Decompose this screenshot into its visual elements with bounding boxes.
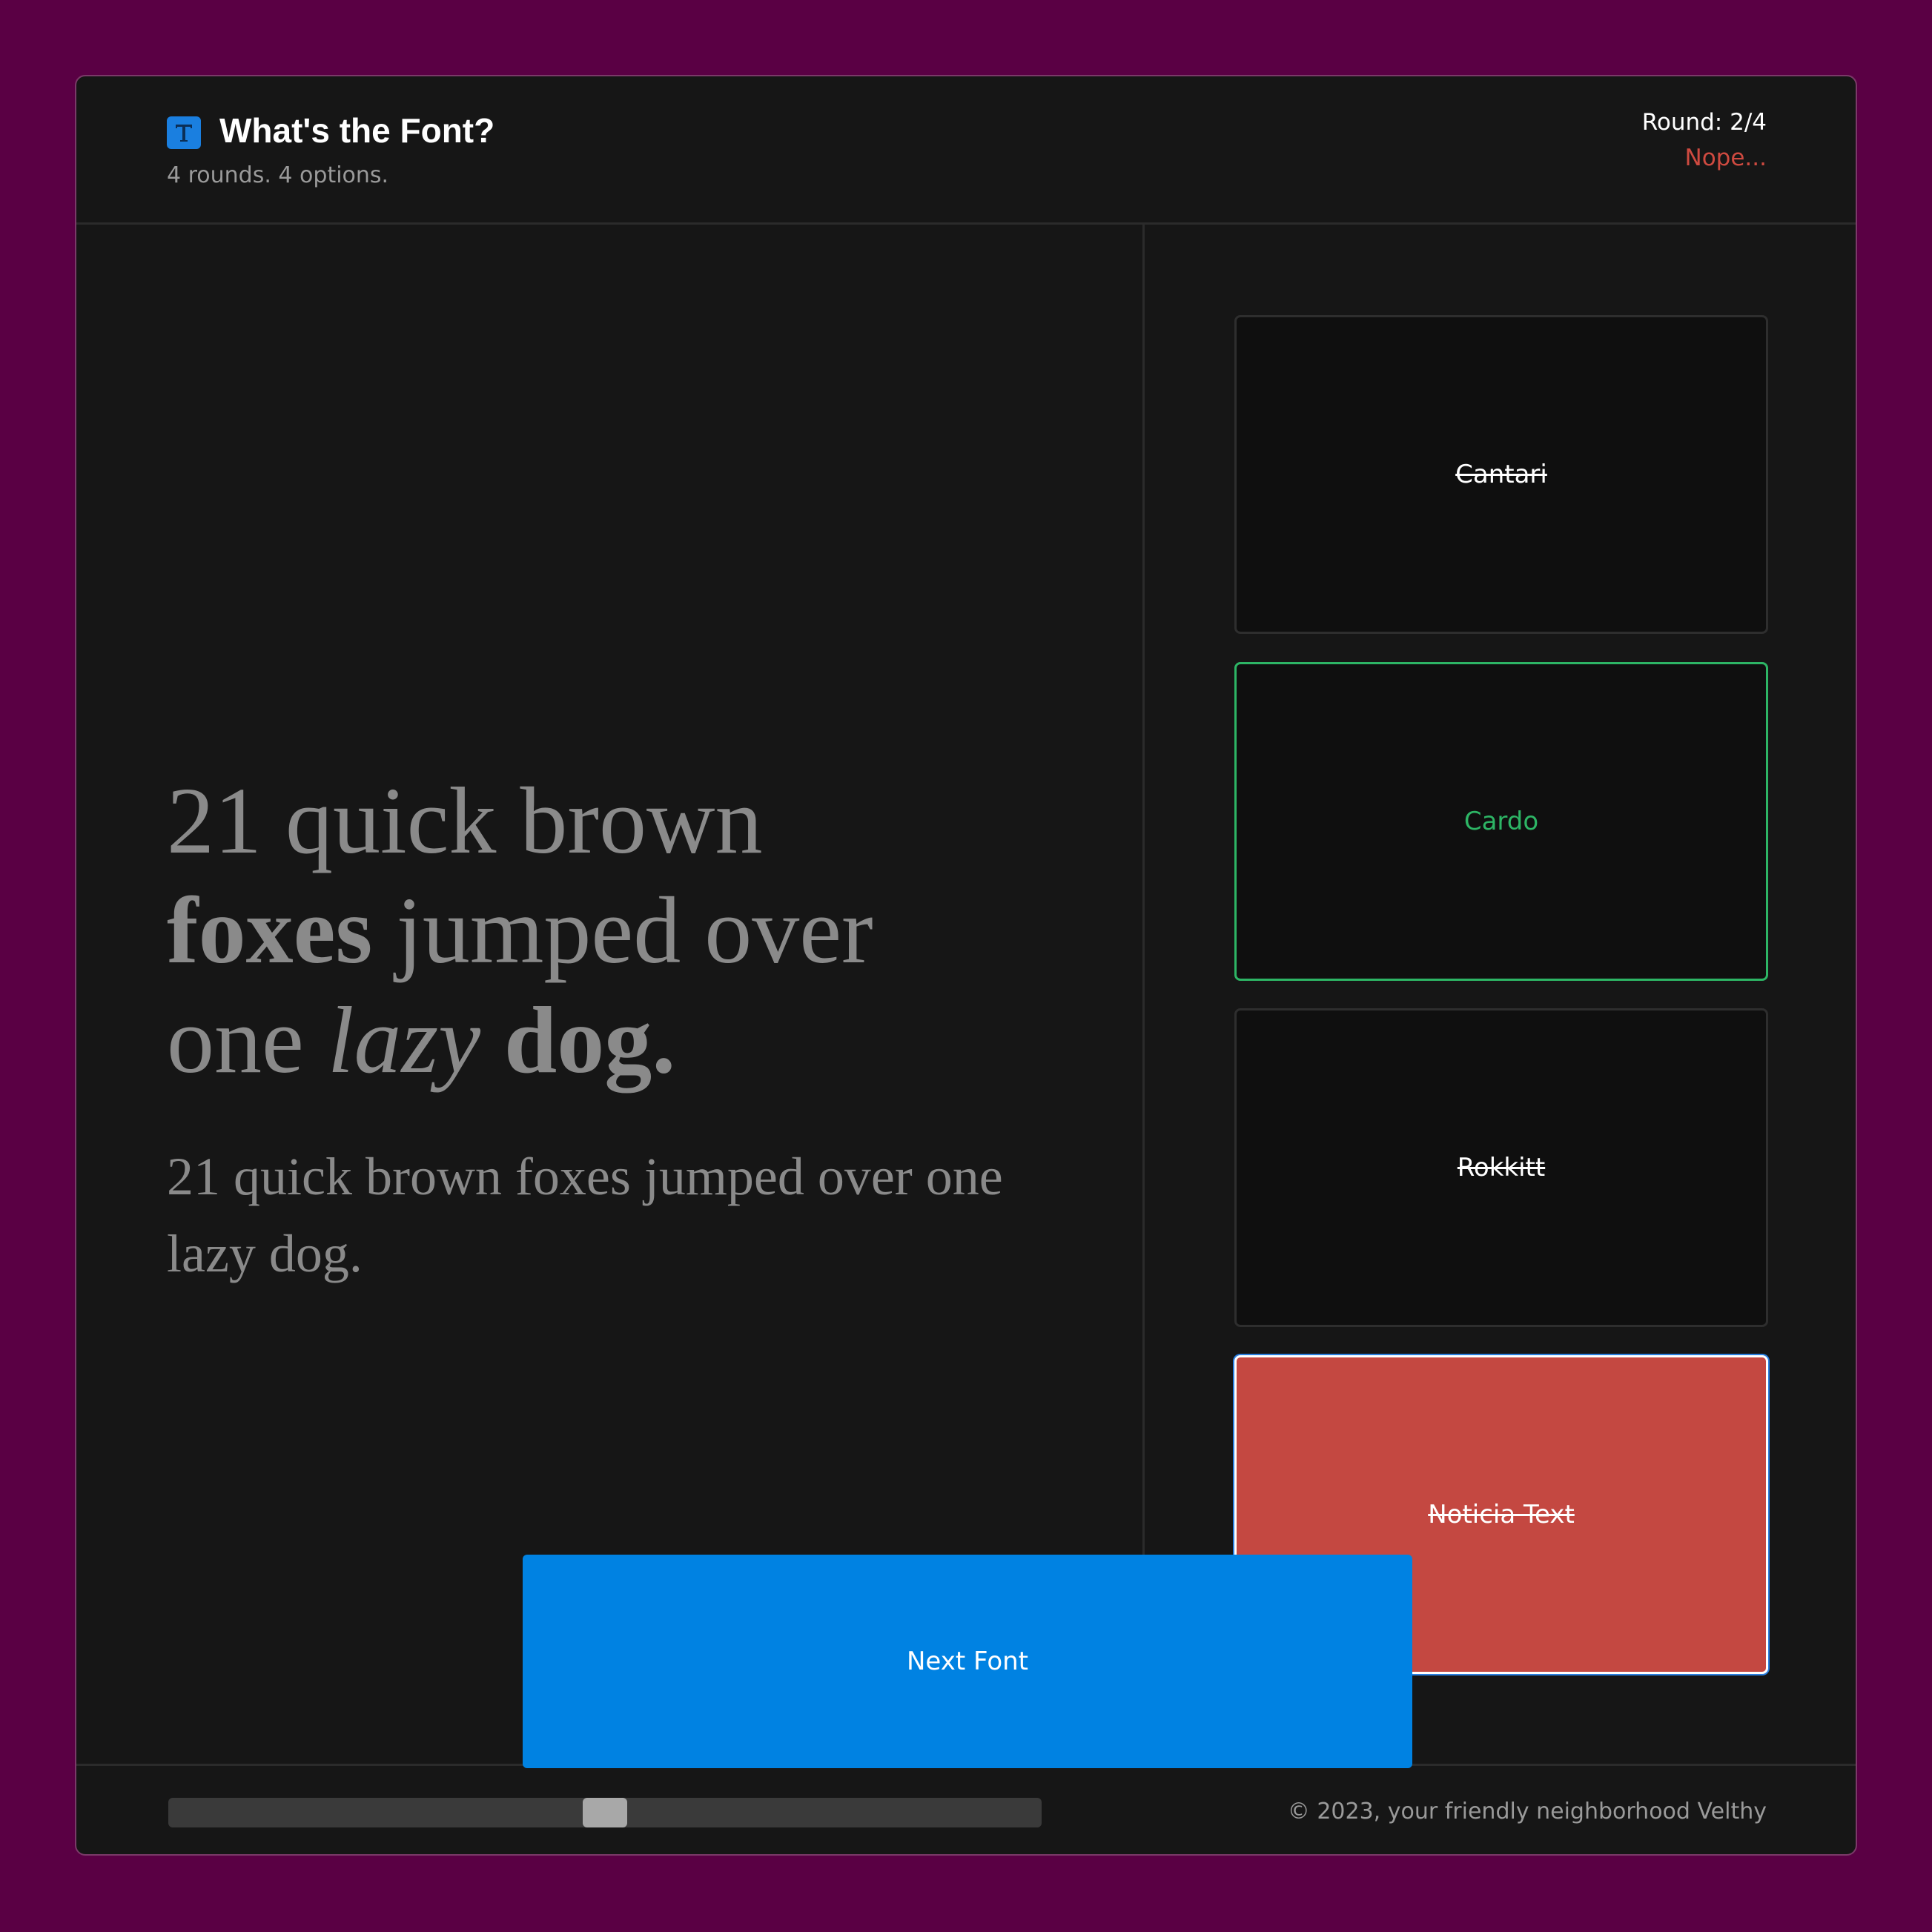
panel-divider	[1142, 225, 1145, 1630]
option-label: Cantari	[1455, 460, 1547, 489]
sample-line-1: 21 quick brown	[167, 768, 763, 873]
app-title: What's the Font?	[219, 111, 495, 150]
sample-line-3: one lazy dog.	[167, 985, 1086, 1095]
next-font-button[interactable]: Next Font	[523, 1555, 1412, 1768]
option-cardo[interactable]: Cardo	[1234, 662, 1768, 981]
option-rokkitt[interactable]: Rokkitt	[1234, 1008, 1768, 1327]
sample-small-text: 21 quick brown foxes jumped over one laz…	[167, 1147, 1003, 1283]
footer: © 2023, your friendly neighborhood Velth…	[76, 1764, 1856, 1854]
copyright-text: © 2023, your friendly neighborhood Velth…	[1287, 1799, 1767, 1825]
header: What's the Font? 4 rounds. 4 options. Ro…	[76, 76, 1856, 225]
answer-status: Nope...	[1684, 145, 1767, 171]
sample-bold-end: dog.	[504, 987, 676, 1093]
sample-line-2: foxes jumped over	[167, 876, 1086, 985]
sample-italic-word: lazy	[327, 987, 480, 1093]
font-sample: 21 quick brown foxes jumped over one laz…	[167, 766, 1086, 1292]
t-letter-icon	[167, 116, 201, 149]
option-cantari[interactable]: Cantari	[1234, 315, 1768, 634]
game-window: What's the Font? 4 rounds. 4 options. Ro…	[75, 75, 1857, 1856]
scrollbar-track[interactable]	[168, 1798, 1042, 1827]
sample-large-text: 21 quick brown foxes jumped over one laz…	[167, 766, 1086, 1095]
option-label: Cardo	[1463, 807, 1539, 836]
sample-line-2-rest: jumped over	[372, 878, 873, 983]
sample-space	[480, 987, 504, 1093]
scrollbar-thumb[interactable]	[583, 1798, 627, 1827]
app-subtitle: 4 rounds. 4 options.	[167, 162, 389, 188]
option-label: Rokkitt	[1457, 1153, 1546, 1182]
sample-bold-word: foxes	[167, 878, 373, 983]
round-indicator: Round: 2/4	[1641, 109, 1767, 136]
option-label: Noticia Text	[1428, 1500, 1575, 1529]
sample-line-3-start: one	[167, 987, 328, 1093]
